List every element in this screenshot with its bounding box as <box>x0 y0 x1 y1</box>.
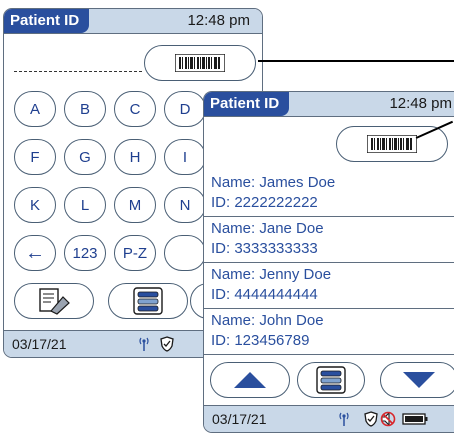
edit-button[interactable] <box>14 283 94 319</box>
key-f[interactable]: F <box>14 139 56 175</box>
key-blank[interactable] <box>164 235 206 271</box>
status-bar: 03/17/21 <box>204 405 454 432</box>
patient-id: ID: 4444444444 <box>211 286 318 303</box>
list-button[interactable] <box>297 362 365 398</box>
key-g[interactable]: G <box>64 139 106 175</box>
key-i[interactable]: I <box>164 139 206 175</box>
clock: 12:48 pm <box>187 12 250 29</box>
patient-id: ID: 3333333333 <box>211 240 318 257</box>
backspace-key[interactable]: ← <box>14 235 56 271</box>
key-l[interactable]: L <box>64 187 106 223</box>
shield-icon <box>364 411 378 427</box>
key-h[interactable]: H <box>114 139 156 175</box>
key-k[interactable]: K <box>14 187 56 223</box>
down-arrow-icon <box>403 372 435 388</box>
scroll-up-button[interactable] <box>210 362 290 398</box>
title-bar: Patient ID 12:48 pm <box>4 9 262 34</box>
patient-id: ID: 123456789 <box>211 332 310 349</box>
patient-name: Name: John Doe <box>211 312 324 329</box>
scan-barcode-button[interactable] <box>144 45 256 81</box>
key-123[interactable]: 123 <box>64 235 106 271</box>
signal-icon <box>339 412 349 426</box>
screen-title: Patient ID <box>4 9 90 33</box>
patient-row[interactable]: Name: Jane Doe ID: 3333333333 <box>204 216 454 263</box>
barcode-icon <box>367 135 417 153</box>
key-d[interactable]: D <box>164 91 206 127</box>
clock: 12:48 pm <box>389 95 452 112</box>
key-b[interactable]: B <box>64 91 106 127</box>
key-p-z[interactable]: P-Z <box>114 235 156 271</box>
no-sound-icon <box>380 411 396 427</box>
key-n[interactable]: N <box>164 187 206 223</box>
list-icon <box>316 366 346 394</box>
patient-id: ID: 2222222222 <box>211 194 318 211</box>
patient-row[interactable]: Name: John Doe ID: 123456789 <box>204 308 454 355</box>
status-date: 03/17/21 <box>212 411 267 427</box>
key-a[interactable]: A <box>14 91 56 127</box>
signal-icon <box>139 337 149 351</box>
patient-name: Name: James Doe <box>211 174 336 191</box>
status-date: 03/17/21 <box>12 336 67 352</box>
patient-row[interactable]: Name: Jenny Doe ID: 4444444444 <box>204 262 454 309</box>
callout-line <box>258 60 454 62</box>
patient-name: Name: Jenny Doe <box>211 266 332 283</box>
screen-title: Patient ID <box>204 92 290 116</box>
battery-icon <box>402 413 428 425</box>
patient-row[interactable]: Name: James Doe ID: 2222222222 <box>204 170 454 217</box>
id-entry-field[interactable] <box>14 71 142 72</box>
edit-icon <box>39 288 70 315</box>
barcode-icon <box>175 54 225 72</box>
scroll-down-button[interactable] <box>380 362 454 398</box>
list-icon <box>133 287 163 315</box>
up-arrow-icon <box>234 372 266 388</box>
patient-list-screen: Patient ID 12:48 pm Name: James Doe ID: … <box>203 91 454 433</box>
shield-icon <box>160 336 174 352</box>
list-button[interactable] <box>108 283 188 319</box>
key-m[interactable]: M <box>114 187 156 223</box>
key-c[interactable]: C <box>114 91 156 127</box>
patient-name: Name: Jane Doe <box>211 220 324 237</box>
title-bar: Patient ID 12:48 pm <box>204 92 454 117</box>
